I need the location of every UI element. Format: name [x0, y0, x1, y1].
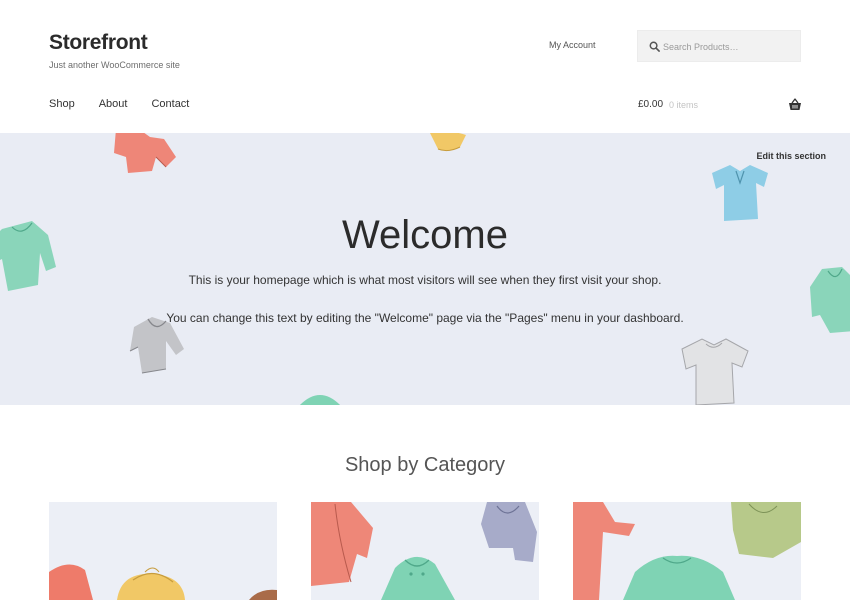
nav-item-shop[interactable]: Shop — [49, 98, 75, 110]
site-header: Storefront Just another WooCommerce site… — [0, 0, 850, 133]
edit-section-link[interactable]: Edit this section — [756, 151, 826, 161]
site-tagline: Just another WooCommerce site — [49, 60, 180, 70]
primary-navigation: Shop About Contact — [49, 98, 213, 110]
teal-cap-illustration — [300, 395, 340, 405]
hoodies-illustration — [311, 502, 537, 600]
hero-paragraph-2: You can change this text by editing the … — [166, 311, 684, 325]
coral-hoodie-illustration — [114, 133, 176, 173]
accessories-illustration — [49, 564, 277, 600]
category-card-2[interactable] — [311, 502, 539, 600]
header-cart[interactable]: £0.00 0 items — [638, 98, 802, 114]
site-title[interactable]: Storefront — [49, 31, 148, 55]
shop-by-category-title: Shop by Category — [344, 454, 506, 476]
welcome-hero: Edit this section Welcome This is your h… — [0, 133, 850, 405]
search-icon — [649, 41, 660, 52]
cart-total: £0.00 — [638, 99, 664, 110]
tshirts-illustration — [573, 502, 801, 600]
search-box[interactable] — [637, 30, 801, 62]
my-account-link[interactable]: My Account — [549, 40, 596, 50]
hero-title: Welcome — [342, 213, 508, 257]
mustard-cap-illustration — [430, 133, 466, 152]
gray-tshirt-illustration — [681, 338, 749, 405]
nav-item-contact[interactable]: Contact — [151, 98, 189, 110]
cart-count: 0 items — [669, 100, 699, 110]
basket-icon — [789, 98, 801, 110]
nav-item-about[interactable]: About — [99, 98, 128, 110]
category-card-1[interactable] — [49, 502, 277, 600]
hero-paragraph-1: This is your homepage which is what most… — [188, 273, 662, 287]
search-input[interactable] — [663, 38, 797, 56]
category-card-3[interactable] — [573, 502, 801, 600]
